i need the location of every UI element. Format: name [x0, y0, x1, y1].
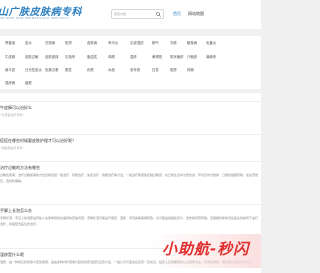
tag-link[interactable]: 灰指甲 — [65, 54, 75, 59]
search-box — [111, 9, 164, 19]
tag-link[interactable]: 水痘 — [108, 67, 115, 72]
tag-link[interactable]: 皮肤瘙痒 — [45, 54, 59, 59]
search-button[interactable] — [154, 11, 162, 17]
tag-link[interactable]: 扁平疣 — [5, 67, 15, 72]
search-input[interactable] — [114, 11, 152, 17]
tag-link[interactable]: 痤疮 — [25, 80, 32, 85]
divider — [0, 204, 261, 205]
tag-link[interactable]: 冻疮 — [170, 40, 177, 45]
divider — [0, 161, 261, 162]
tag-link[interactable]: 黄褐斑 — [152, 54, 162, 59]
divider — [0, 134, 261, 135]
tag-link[interactable]: 带状疱疹 — [170, 54, 184, 59]
tag-link[interactable]: 色素沉着 — [45, 67, 59, 72]
tag-link[interactable]: 牛皮癣 — [5, 54, 15, 59]
article-category[interactable]: “皮肤病治疗专科” — [0, 146, 24, 150]
tag-link[interactable]: 尖锐湿疣 — [130, 40, 144, 45]
article-title-link[interactable]: 手脚上长泡怎么办 — [0, 208, 32, 214]
nav-sitemap[interactable]: 网站地图 — [188, 11, 204, 17]
tag-link[interactable]: 皮炎 — [25, 40, 32, 45]
tag-link[interactable]: 疥疮 — [87, 67, 94, 72]
tag-link[interactable]: 皮肤病 — [87, 40, 97, 45]
article-title-link[interactable]: 牛皮癣可以治好么 — [0, 105, 32, 111]
article-title-link[interactable]: 湿疹是什么呢 — [0, 252, 24, 258]
tag-link[interactable]: 脱发 — [65, 67, 72, 72]
tag-link[interactable]: 日光性皮炎 — [25, 67, 42, 72]
promo-banner-text: 小助航-秒闪 — [162, 240, 250, 258]
tag-link[interactable]: 鸡眼 — [108, 54, 115, 59]
nav-home[interactable]: 首页 — [173, 11, 181, 17]
tag-link[interactable]: 体癣 — [187, 67, 194, 72]
search-icon — [155, 11, 161, 17]
tag-link[interactable]: 斑疹 — [170, 67, 177, 72]
tag-link[interactable]: 腋臭病 — [187, 40, 197, 45]
tag-link[interactable]: 湿疹 — [130, 54, 137, 59]
tag-link[interactable]: 脚气 — [152, 40, 159, 45]
tag-link[interactable]: 汗疱疹 — [187, 54, 197, 59]
site-logo-subtitle: AN WISE SKIN DERMATOLOGY SPECIALTY — [0, 16, 69, 20]
tag-link[interactable]: 湿疹病 — [5, 80, 15, 85]
article-excerpt: 手脚长泡：手足上的泡疹是有些人在夏季经常会遇到的皮肤问题。手脚长泡可能是汗疱疹、… — [0, 216, 259, 226]
tag-link[interactable]: 老年斑 — [130, 67, 140, 72]
article-category[interactable]: “牛皮癣治疗专科” — [0, 113, 24, 117]
article-title-link[interactable]: 痘痘在哪些时候要皮肤护理才可以治好呢？ — [0, 138, 76, 144]
tag-link[interactable]: 荨麻疹 — [206, 54, 216, 59]
header: 山广肤皮肤病专科 AN WISE SKIN DERMATOLOGY SPECIA… — [0, 0, 261, 29]
tag-link[interactable]: 脂溢性 — [87, 54, 97, 59]
tag-link[interactable]: 白斑病 — [45, 40, 55, 45]
tag-link[interactable]: 皮肤过敏 — [25, 54, 39, 59]
article-title-link[interactable]: 治疗过敏的方法有哪些 — [0, 165, 40, 171]
disease-tag-cloud: 青春痘 皮炎 白斑病 班滞 皮肤病 甲沟炎 尖锐湿疣 脚气 冻疮 腋臭病 毛囊炎牛皮癣 皮肤过敏 皮肤瘙… — [0, 36, 261, 89]
tag-link[interactable]: 毛囊炎 — [206, 40, 216, 45]
tag-link[interactable]: 白发 — [152, 67, 159, 72]
tag-link[interactable]: 青春痘 — [5, 40, 15, 45]
tag-link[interactable]: 班滞 — [65, 40, 72, 45]
tag-link[interactable]: 甲沟炎 — [108, 40, 118, 45]
promo-banner[interactable]: 小助航-秒闪 — [150, 234, 261, 268]
divider — [0, 101, 261, 102]
article-excerpt: 过敏性疾病：治疗过敏疾病的方法目前包括一般治疗、药物治疗、免疫治疗、物理治疗等方… — [0, 173, 259, 183]
